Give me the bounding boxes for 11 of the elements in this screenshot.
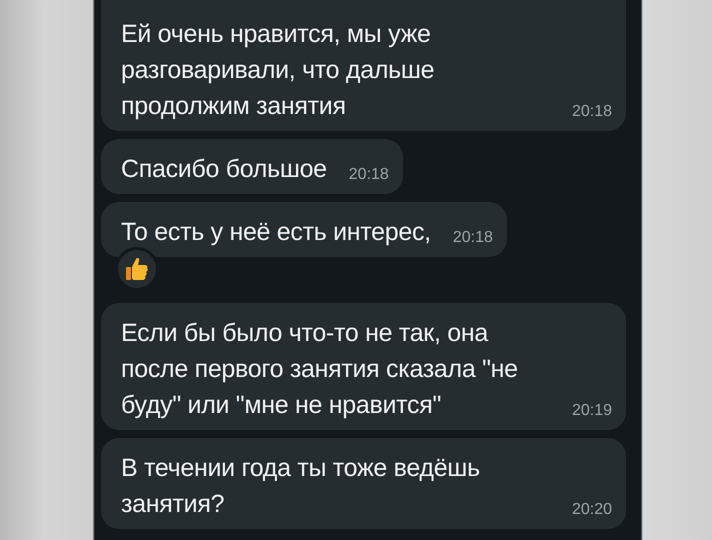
message-time: 20:19: [572, 401, 612, 421]
message-time: 20:18: [452, 228, 493, 248]
message-text: То есть у неё есть интерес,: [121, 217, 431, 248]
message-time: 20:20: [572, 500, 612, 520]
message-time: 20:18: [348, 165, 389, 185]
message-text: Если бы было что-то не так, она после первого занятия сказала "не буду" или "мне не нравится": [121, 318, 519, 421]
thumbs-up-icon: [125, 256, 149, 282]
message-text: В течении года ты тоже ведёшь занятия?: [121, 453, 481, 520]
message-text: Спасибо большое: [121, 154, 327, 185]
message-text: Ей очень нравится, мы уже разговаривали, что дальше продолжим занятия: [121, 19, 436, 122]
message-time: 20:18: [572, 102, 612, 122]
